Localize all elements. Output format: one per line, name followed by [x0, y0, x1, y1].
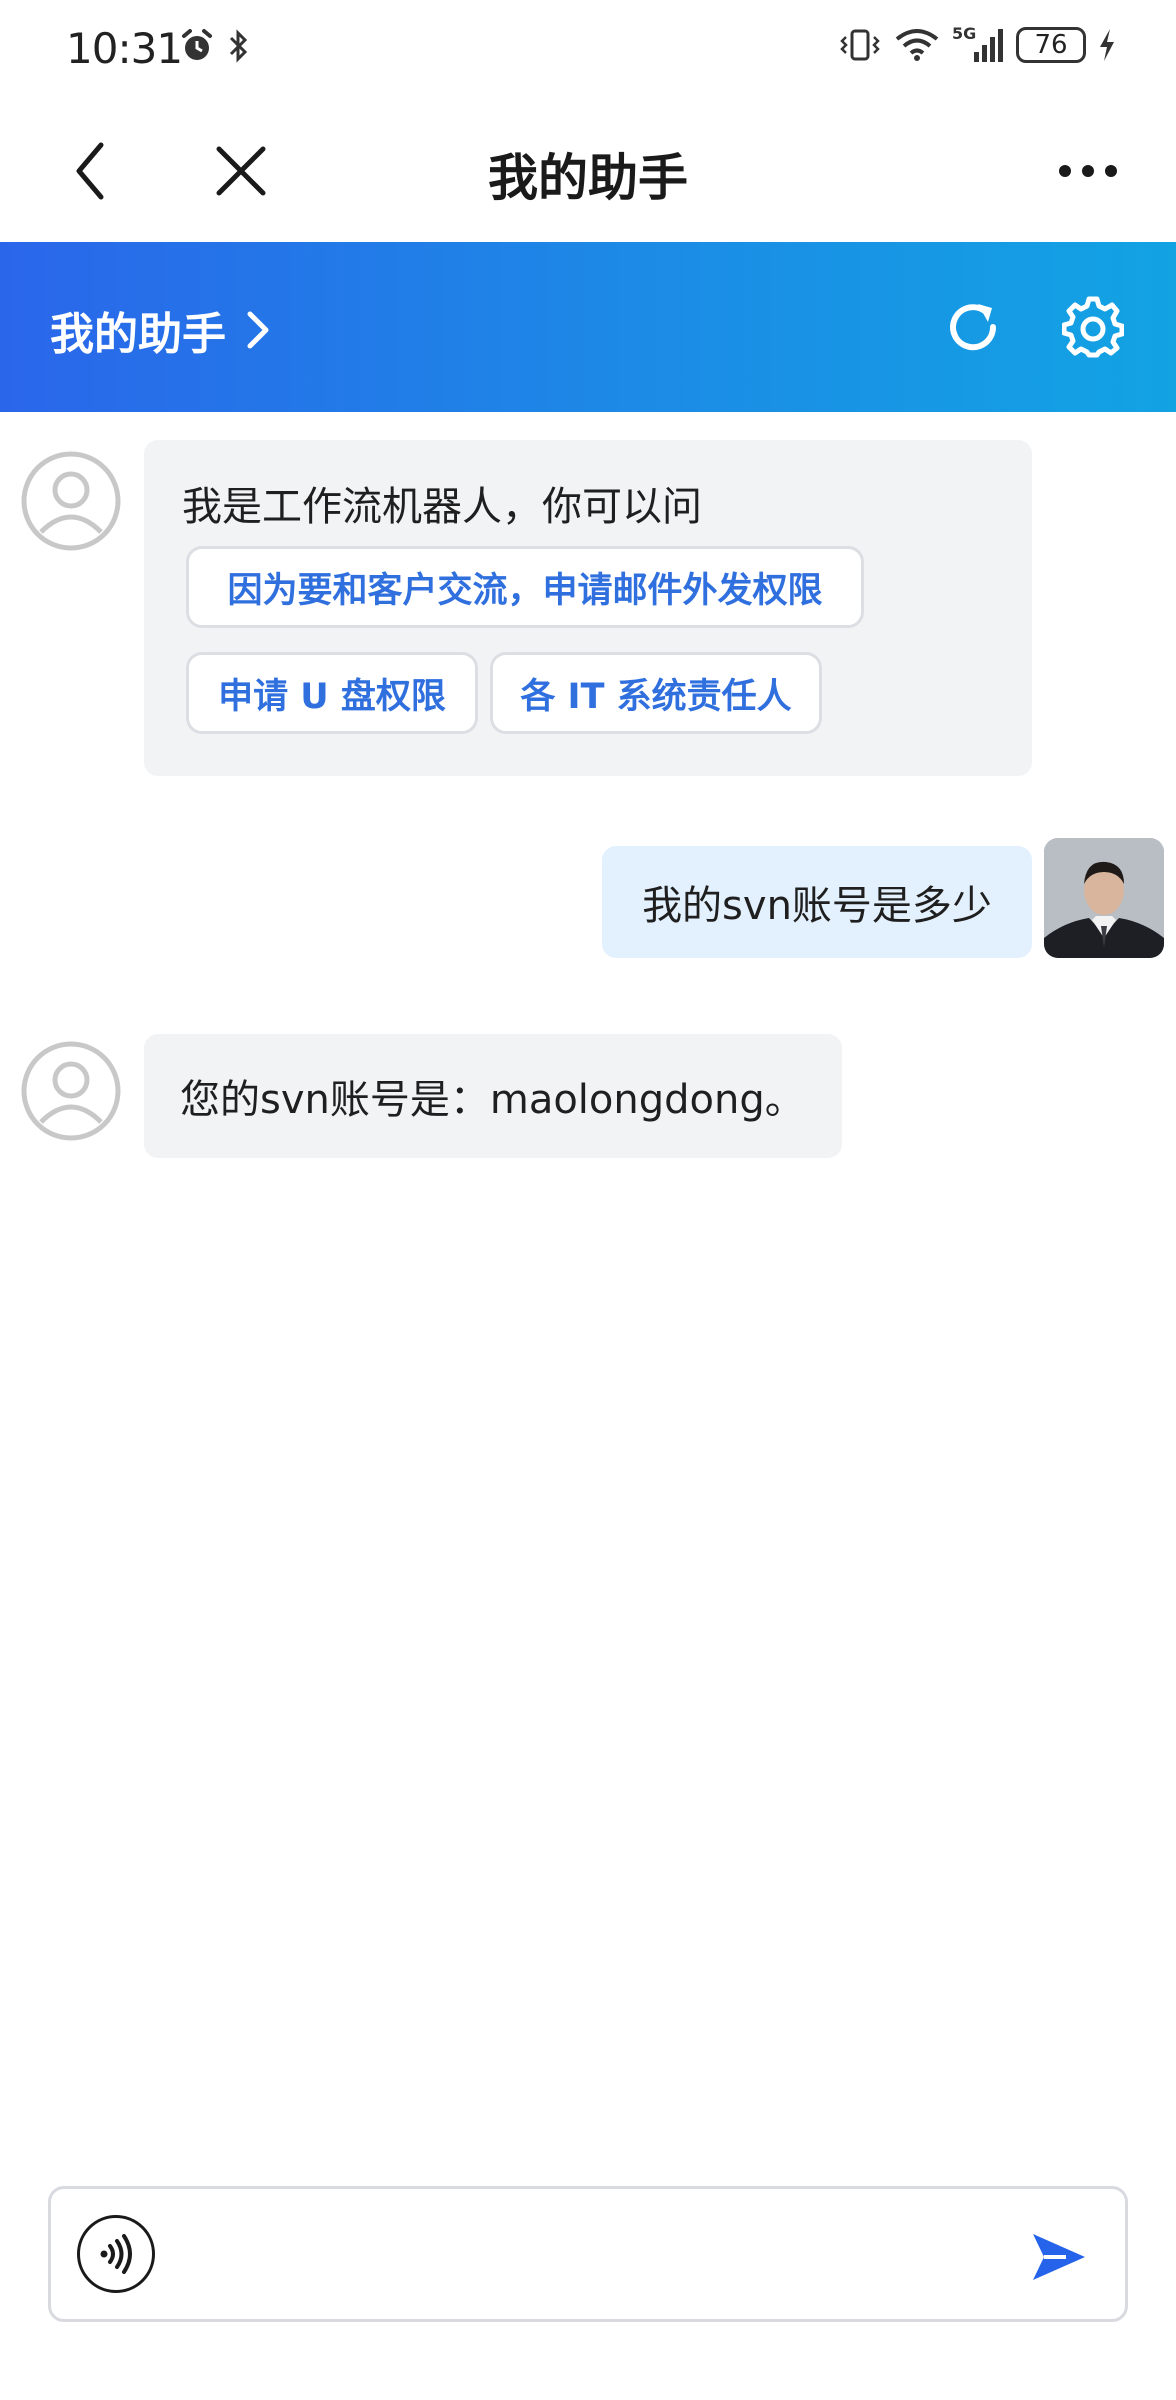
bot-bubble: 我是工作流机器人，你可以问 因为要和客户交流，申请邮件外发权限 申请 U 盘权限…	[144, 440, 1032, 776]
assistant-header: 我的助手	[0, 242, 1176, 412]
assistant-title: 我的助手	[50, 309, 226, 360]
5g-signal-icon: 5G	[952, 24, 1004, 64]
bluetooth-icon	[229, 29, 248, 63]
bot-bubble: 您的svn账号是：maolongdong。	[144, 1034, 842, 1158]
refresh-icon	[950, 304, 997, 351]
alarm-icon	[182, 29, 212, 60]
bot-avatar-icon	[21, 1041, 121, 1141]
nav-bar: 我的助手	[0, 100, 1176, 242]
gear-icon	[1062, 296, 1124, 358]
battery-icon: 76	[1016, 27, 1086, 63]
user-avatar	[1044, 838, 1164, 958]
send-icon	[1033, 2234, 1085, 2280]
suggestion-chip[interactable]: 申请 U 盘权限	[186, 652, 478, 734]
more-button[interactable]	[1048, 136, 1128, 206]
page-title: 我的助手	[488, 149, 688, 207]
suggestion-chip[interactable]: 各 IT 系统责任人	[490, 652, 822, 734]
user-bubble: 我的svn账号是多少	[602, 846, 1032, 958]
wifi-icon	[895, 29, 939, 61]
more-dots-icon	[1059, 165, 1117, 177]
user-photo	[1044, 838, 1164, 958]
voice-button[interactable]	[77, 2215, 155, 2293]
refresh-button[interactable]	[940, 294, 1006, 360]
charging-icon	[1100, 29, 1114, 61]
message-input-box	[48, 2186, 1128, 2322]
status-time: 10:31	[66, 24, 183, 73]
status-bar: 10:31 5G 76	[0, 0, 1176, 100]
user-message-text: 我的svn账号是多少	[642, 883, 992, 929]
suggestion-chip[interactable]: 因为要和客户交流，申请邮件外发权限	[186, 546, 864, 628]
bot-avatar-icon	[21, 451, 121, 551]
settings-button[interactable]	[1058, 292, 1128, 362]
bot-message-text: 我是工作流机器人，你可以问	[182, 484, 702, 530]
chevron-right-icon	[247, 311, 269, 349]
assistant-title-link[interactable]: 我的助手	[50, 298, 270, 362]
vibrate-icon	[840, 29, 880, 61]
bot-message-text: 您的svn账号是：maolongdong。	[180, 1077, 805, 1123]
voice-icon	[100, 2234, 132, 2274]
status-right-icons: 5G 76	[838, 24, 1116, 64]
send-button[interactable]	[1027, 2225, 1091, 2289]
battery-level: 76	[1034, 30, 1068, 60]
status-left-icons	[180, 28, 250, 64]
message-input[interactable]	[181, 2219, 1021, 2289]
